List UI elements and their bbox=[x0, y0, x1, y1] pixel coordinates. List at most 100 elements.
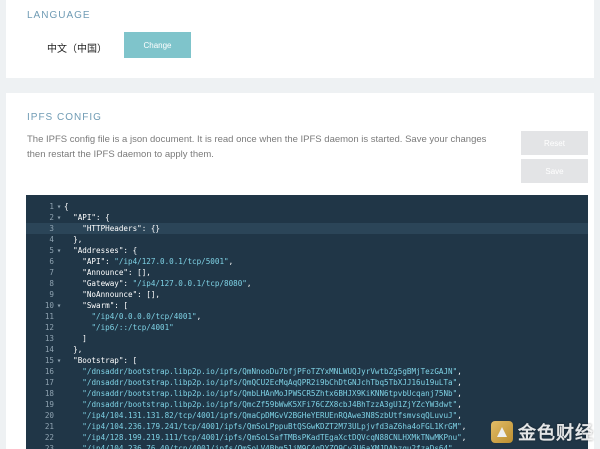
code-punctuation: , bbox=[457, 367, 462, 376]
code-line[interactable]: 14 }, bbox=[26, 344, 588, 355]
code-punctuation: , bbox=[196, 312, 202, 321]
fold-toggle-icon[interactable]: ▾ bbox=[54, 300, 64, 311]
code-line[interactable]: 11 "/ip4/0.0.0.0/tcp/4001", bbox=[26, 311, 588, 322]
code-text: "Addresses": { bbox=[64, 246, 138, 255]
code-key bbox=[64, 422, 82, 431]
language-section: LANGUAGE 中文（中国） Change bbox=[6, 0, 594, 78]
code-punctuation: , bbox=[452, 444, 458, 449]
code-line[interactable]: 10 ▾ "Swarm": [ bbox=[26, 300, 588, 311]
line-number: 8 bbox=[49, 279, 54, 288]
code-punctuation: , bbox=[457, 378, 462, 387]
code-line[interactable]: 2 ▾ "API": { bbox=[26, 212, 588, 223]
line-number: 9 bbox=[49, 290, 54, 299]
code-line[interactable]: 18 "/dnsaddr/bootstrap.libp2p.io/ipfs/Qm… bbox=[26, 388, 588, 399]
code-lines[interactable]: 1 ▾{2 ▾ "API": {3 "HTTPHeaders": {} 4 }, 5 ▾ … bbox=[26, 201, 588, 449]
line-number: 15 bbox=[44, 356, 54, 365]
code-string: "/ip4/127.0.0.1/tcp/8080" bbox=[132, 279, 247, 288]
code-string: "/dnsaddr/bootstrap.libp2p.io/ipfs/QmQCU… bbox=[82, 378, 458, 387]
config-description: The IPFS config file is a json document.… bbox=[27, 134, 487, 160]
code-line[interactable]: 7 "Announce": [], bbox=[26, 267, 588, 278]
change-language-button[interactable]: Change bbox=[124, 32, 191, 58]
code-line[interactable]: 12 "/ip6/::/tcp/4001" bbox=[26, 322, 588, 333]
fold-toggle-icon[interactable]: ▾ bbox=[54, 245, 64, 256]
line-number: 7 bbox=[49, 268, 54, 277]
line-number: 18 bbox=[44, 389, 54, 398]
code-text: "NoAnnounce": [], bbox=[64, 290, 161, 299]
code-text: { bbox=[64, 202, 69, 211]
code-string: "/ip4/104.236.179.241/tcp/4001/ipfs/QmSo… bbox=[82, 422, 462, 431]
code-key bbox=[64, 323, 91, 332]
code-text: ] bbox=[64, 334, 87, 343]
code-key: "API": bbox=[64, 257, 115, 266]
code-key: "Gateway": bbox=[64, 279, 133, 288]
code-line[interactable]: 16 "/dnsaddr/bootstrap.libp2p.io/ipfs/Qm… bbox=[26, 366, 588, 377]
code-key bbox=[64, 378, 82, 387]
code-punctuation: , bbox=[461, 433, 467, 442]
code-key bbox=[64, 433, 82, 442]
code-text: "API": { bbox=[64, 213, 110, 222]
code-string: "/ip4/104.131.131.82/tcp/4001/ipfs/QmaCp… bbox=[82, 411, 458, 420]
line-number: 1 bbox=[49, 202, 54, 211]
code-string: "/ip4/127.0.0.1/tcp/5001" bbox=[114, 257, 229, 266]
reset-button[interactable]: Reset bbox=[521, 131, 588, 155]
code-line[interactable]: 4 }, bbox=[26, 234, 588, 245]
code-line[interactable]: 5 ▾ "Addresses": { bbox=[26, 245, 588, 256]
code-text: "Swarm": [ bbox=[64, 301, 129, 310]
line-number: 5 bbox=[49, 246, 54, 255]
code-line[interactable]: 9 "NoAnnounce": [], bbox=[26, 289, 588, 300]
line-number: 2 bbox=[49, 213, 54, 222]
code-line[interactable]: 15 ▾ "Bootstrap": [ bbox=[26, 355, 588, 366]
code-punctuation: , bbox=[457, 389, 462, 398]
fold-toggle-icon[interactable]: ▾ bbox=[54, 355, 64, 366]
line-number: 4 bbox=[49, 235, 54, 244]
code-text: }, bbox=[64, 345, 83, 354]
code-string: "/dnsaddr/bootstrap.libp2p.io/ipfs/QmbLH… bbox=[82, 389, 458, 398]
line-number: 19 bbox=[44, 400, 54, 409]
watermark-text: 金色财经 bbox=[518, 423, 594, 444]
line-number: 16 bbox=[44, 367, 54, 376]
code-string: "/dnsaddr/bootstrap.libp2p.io/ipfs/QmNno… bbox=[82, 367, 458, 376]
code-string: "/ip4/128.199.219.111/tcp/4001/ipfs/QmSo… bbox=[82, 433, 462, 442]
line-number: 20 bbox=[44, 411, 54, 420]
watermark: 金色财经 bbox=[491, 419, 594, 445]
code-text: "Announce": [], bbox=[64, 268, 151, 277]
code-line[interactable]: 3 "HTTPHeaders": {} bbox=[26, 223, 588, 234]
code-punctuation: , bbox=[457, 400, 462, 409]
code-key bbox=[64, 411, 82, 420]
current-language: 中文（中国） bbox=[47, 44, 107, 55]
code-line[interactable]: 17 "/dnsaddr/bootstrap.libp2p.io/ipfs/Qm… bbox=[26, 377, 588, 388]
fold-toggle-icon[interactable]: ▾ bbox=[54, 212, 64, 223]
line-number: 13 bbox=[44, 334, 54, 343]
line-number: 10 bbox=[44, 301, 54, 310]
save-button[interactable]: Save bbox=[521, 159, 588, 183]
code-line[interactable]: 8 "Gateway": "/ip4/127.0.0.1/tcp/8080", bbox=[26, 278, 588, 289]
code-text: "Bootstrap": [ bbox=[64, 356, 138, 365]
code-key bbox=[64, 444, 82, 449]
code-text: }, bbox=[64, 235, 83, 244]
line-number: 12 bbox=[44, 323, 54, 332]
line-number: 6 bbox=[49, 257, 54, 266]
code-string: "/ip6/::/tcp/4001" bbox=[91, 323, 174, 332]
line-number: 17 bbox=[44, 378, 54, 387]
code-punctuation: , bbox=[246, 279, 252, 288]
code-string: "/ip4/104.236.76.40/tcp/4001/ipfs/QmSoLV… bbox=[82, 444, 453, 449]
code-punctuation: , bbox=[228, 257, 234, 266]
code-line[interactable]: 19 "/dnsaddr/bootstrap.libp2p.io/ipfs/Qm… bbox=[26, 399, 588, 410]
language-title: LANGUAGE bbox=[27, 10, 91, 21]
config-editor[interactable]: 1 ▾{2 ▾ "API": {3 "HTTPHeaders": {} 4 }, 5 ▾ … bbox=[26, 195, 588, 449]
line-number: 21 bbox=[44, 422, 54, 431]
line-number: 3 bbox=[49, 224, 54, 233]
code-key bbox=[64, 367, 82, 376]
fold-toggle-icon[interactable]: ▾ bbox=[54, 201, 64, 212]
code-line[interactable]: 6 "API": "/ip4/127.0.0.1/tcp/5001", bbox=[26, 256, 588, 267]
code-key bbox=[64, 400, 82, 409]
code-line[interactable]: 1 ▾{ bbox=[26, 201, 588, 212]
line-number: 22 bbox=[44, 433, 54, 442]
ipfs-config-section: IPFS CONFIG The IPFS config file is a js… bbox=[6, 93, 594, 449]
config-title: IPFS CONFIG bbox=[27, 112, 102, 123]
code-line[interactable]: 13 ] bbox=[26, 333, 588, 344]
code-key bbox=[64, 312, 91, 321]
code-punctuation: , bbox=[461, 422, 467, 431]
code-string: "/dnsaddr/bootstrap.libp2p.io/ipfs/QmcZf… bbox=[82, 400, 458, 409]
watermark-logo-icon bbox=[491, 421, 513, 443]
